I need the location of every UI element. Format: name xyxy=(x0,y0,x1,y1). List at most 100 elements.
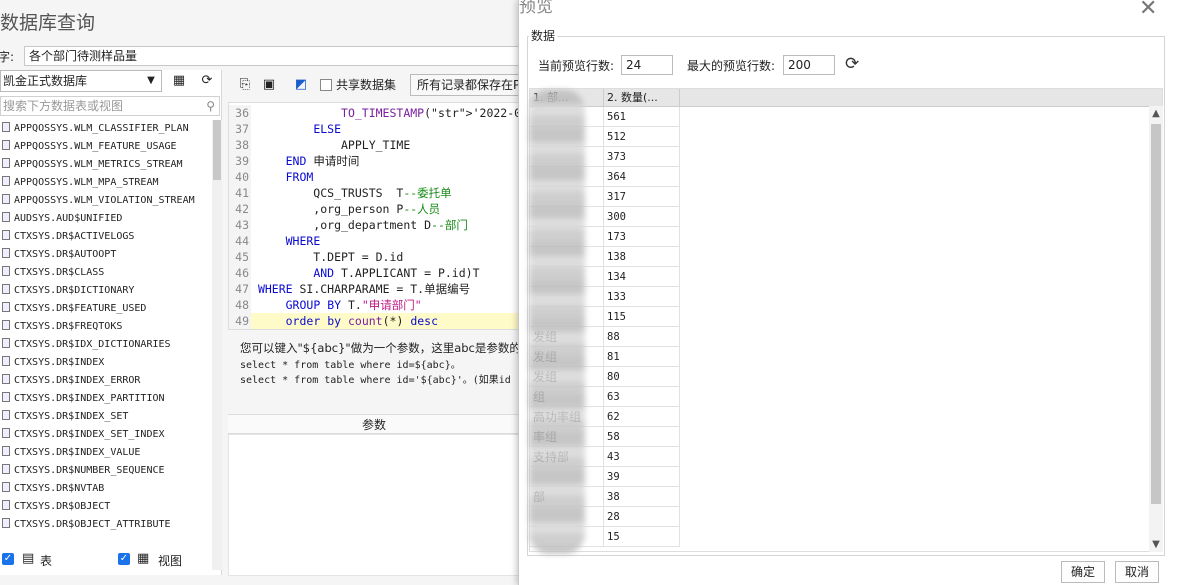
window-title: 数据库查询 xyxy=(0,12,96,34)
cancel-button[interactable]: 取消 xyxy=(1115,561,1159,583)
tree-item[interactable]: CTXSYS.DR$INDEX_ERROR xyxy=(0,372,212,390)
sql-editor[interactable]: 36 TO_TIMESTAMP("str">'2022-09-37 ELSE38… xyxy=(228,102,520,330)
tree-item[interactable]: CTXSYS.DR$DICTIONARY xyxy=(0,282,212,300)
parameter-table[interactable] xyxy=(228,434,520,576)
tree-item[interactable]: CTXSYS.DR$ACTIVELOGS xyxy=(0,228,212,246)
tree-item[interactable]: APPQOSSYS.WLM_VIOLATION_STREAM xyxy=(0,192,212,210)
code-line[interactable]: 40 FROM xyxy=(229,169,519,185)
share-dataset-checkbox[interactable] xyxy=(320,79,332,91)
qty-cell[interactable]: 138 xyxy=(604,247,680,267)
code-line[interactable]: 47 WHERE SI.CHARPARAME = T.单据编号 xyxy=(229,281,519,297)
code-line[interactable]: 46 AND T.APPLICANT = P.id)T xyxy=(229,265,519,281)
qty-cell[interactable]: 317 xyxy=(604,187,680,207)
share-dataset-option[interactable]: 共享数据集 xyxy=(320,76,396,93)
tree-item[interactable]: APPQOSSYS.WLM_MPA_STREAM xyxy=(0,174,212,192)
tree-item[interactable]: CTXSYS.DR$OBJECT xyxy=(0,498,212,516)
tree-item[interactable]: CTXSYS.DR$AUTOOPT xyxy=(0,246,212,264)
code-line[interactable]: 41 QCS_TRUSTS T--委托单 xyxy=(229,185,519,201)
qty-cell[interactable]: 80 xyxy=(604,367,680,387)
line-number: 43 xyxy=(229,217,251,233)
tree-item[interactable]: CTXSYS.DR$IDX_DICTIONARIES xyxy=(0,336,212,354)
qty-cell[interactable]: 58 xyxy=(604,427,680,447)
scroll-down-icon[interactable]: ▼ xyxy=(1149,539,1163,550)
qty-cell[interactable]: 43 xyxy=(604,447,680,467)
column-header-qty[interactable]: 2. 数量(... xyxy=(604,89,680,107)
qty-cell[interactable]: 300 xyxy=(604,207,680,227)
qty-cell[interactable]: 364 xyxy=(604,167,680,187)
code-line[interactable]: 36 TO_TIMESTAMP("str">'2022-09- xyxy=(229,105,519,121)
qty-cell[interactable]: 15 xyxy=(604,527,680,547)
qty-cell[interactable]: 62 xyxy=(604,407,680,427)
qty-cell[interactable]: 373 xyxy=(604,147,680,167)
tree-item[interactable]: APPQOSSYS.WLM_CLASSIFIER_PLAN xyxy=(0,120,212,138)
tree-item[interactable]: CTXSYS.DR$OBJECT_ATTRIBUTE xyxy=(0,516,212,534)
close-icon[interactable]: ✕ xyxy=(1139,0,1157,21)
ok-button[interactable]: 确定 xyxy=(1061,561,1105,583)
qty-cell[interactable]: 512 xyxy=(604,127,680,147)
max-rows-input[interactable]: 200 xyxy=(783,55,835,75)
qty-cell[interactable]: 115 xyxy=(604,307,680,327)
tree-item[interactable]: APPQOSSYS.WLM_FEATURE_USAGE xyxy=(0,138,212,156)
code-line[interactable]: 42 ,org_person P--人员 xyxy=(229,201,519,217)
code-text: WHERE xyxy=(285,234,321,248)
tree-item[interactable]: CTXSYS.DR$INDEX_SET_INDEX xyxy=(0,426,212,444)
name-row: 字: 各个部门待测样品量 xyxy=(0,44,560,66)
qty-cell[interactable]: 133 xyxy=(604,287,680,307)
table-icon xyxy=(2,482,10,492)
qty-cell[interactable]: 134 xyxy=(604,267,680,287)
grid-scrollbar[interactable]: ▲ ▼ xyxy=(1149,106,1163,552)
name-input[interactable]: 各个部门待测样品量 xyxy=(24,46,554,66)
table-search-input[interactable]: 搜索下方数据表或视图 ⚲ xyxy=(0,96,220,116)
scroll-up-icon[interactable]: ▲ xyxy=(1149,108,1163,119)
code-line[interactable]: 38 APPLY_TIME xyxy=(229,137,519,153)
code-line[interactable]: 45 T.DEPT = D.id xyxy=(229,249,519,265)
tree-item[interactable]: CTXSYS.DR$FEATURE_USED xyxy=(0,300,212,318)
tree-item[interactable]: CTXSYS.DR$NVTAB xyxy=(0,480,212,498)
tree-item[interactable]: CTXSYS.DR$INDEX xyxy=(0,354,212,372)
code-line[interactable]: 39 END 申请时间 xyxy=(229,153,519,169)
qty-cell[interactable]: 88 xyxy=(604,327,680,347)
tree-item[interactable]: CTXSYS.DR$INDEX_VALUE xyxy=(0,444,212,462)
view-checkbox[interactable]: ✓ xyxy=(118,553,130,565)
current-rows-input[interactable]: 24 xyxy=(621,55,673,75)
line-number: 42 xyxy=(229,201,251,217)
sql-icon[interactable]: ▦ xyxy=(168,70,190,92)
preview-grid[interactable]: 1. 部... 2. 数量(... 5615123733643173001731… xyxy=(529,88,1163,552)
qty-cell[interactable]: 38 xyxy=(604,487,680,507)
table-checkbox[interactable]: ✓ xyxy=(2,553,14,565)
code-line[interactable]: 48 GROUP BY T."申请部门" xyxy=(229,297,519,313)
qty-cell[interactable]: 81 xyxy=(604,347,680,367)
scroll-thumb[interactable] xyxy=(1151,124,1161,504)
export-icon[interactable]: ◩ xyxy=(290,74,312,96)
tree-scrollbar[interactable] xyxy=(212,120,222,570)
qty-cell[interactable]: 39 xyxy=(604,467,680,487)
qty-cell[interactable]: 173 xyxy=(604,227,680,247)
save-records-button[interactable]: 所有记录都保存在P xyxy=(410,74,520,96)
code-line[interactable]: 44 WHERE xyxy=(229,233,519,249)
refresh-icon[interactable]: ⟳ xyxy=(845,54,859,74)
table-icon xyxy=(2,518,10,528)
preview-icon[interactable]: ⎘ xyxy=(234,74,256,96)
code-line[interactable]: 37 ELSE xyxy=(229,121,519,137)
tree-item[interactable]: CTXSYS.DR$INDEX_PARTITION xyxy=(0,390,212,408)
tree-item[interactable]: CTXSYS.DR$INDEX_SET xyxy=(0,408,212,426)
save-icon[interactable]: ▣ xyxy=(258,74,280,96)
tree-item[interactable]: CTXSYS.DR$FREQTOKS xyxy=(0,318,212,336)
refresh-icon[interactable]: ⟳ xyxy=(196,70,218,92)
table-check-label: 表 xyxy=(40,554,53,568)
tree-item[interactable]: CTXSYS.DR$NUMBER_SEQUENCE xyxy=(0,462,212,480)
database-select[interactable]: 凯金正式数据库 ▼ xyxy=(0,70,162,92)
qty-cell[interactable]: 63 xyxy=(604,387,680,407)
tree-item[interactable]: APPQOSSYS.WLM_METRICS_STREAM xyxy=(0,156,212,174)
code-line[interactable]: 49 order by count(*) desc xyxy=(229,313,519,329)
tree-item-label: CTXSYS.DR$OBJECT xyxy=(14,501,111,512)
chevron-down-icon: ▼ xyxy=(147,75,155,86)
code-text: order by count(*) desc xyxy=(285,314,439,328)
qty-cell[interactable]: 561 xyxy=(604,107,680,127)
grid-header: 1. 部... 2. 数量(... xyxy=(530,89,1162,107)
tree-item[interactable]: CTXSYS.DR$CLASS xyxy=(0,264,212,282)
code-line[interactable]: 43 ,org_department D--部门 xyxy=(229,217,519,233)
tree-item[interactable]: AUDSYS.AUD$UNIFIED xyxy=(0,210,212,228)
tree-item-label: CTXSYS.DR$INDEX_ERROR xyxy=(14,375,141,386)
qty-cell[interactable]: 28 xyxy=(604,507,680,527)
